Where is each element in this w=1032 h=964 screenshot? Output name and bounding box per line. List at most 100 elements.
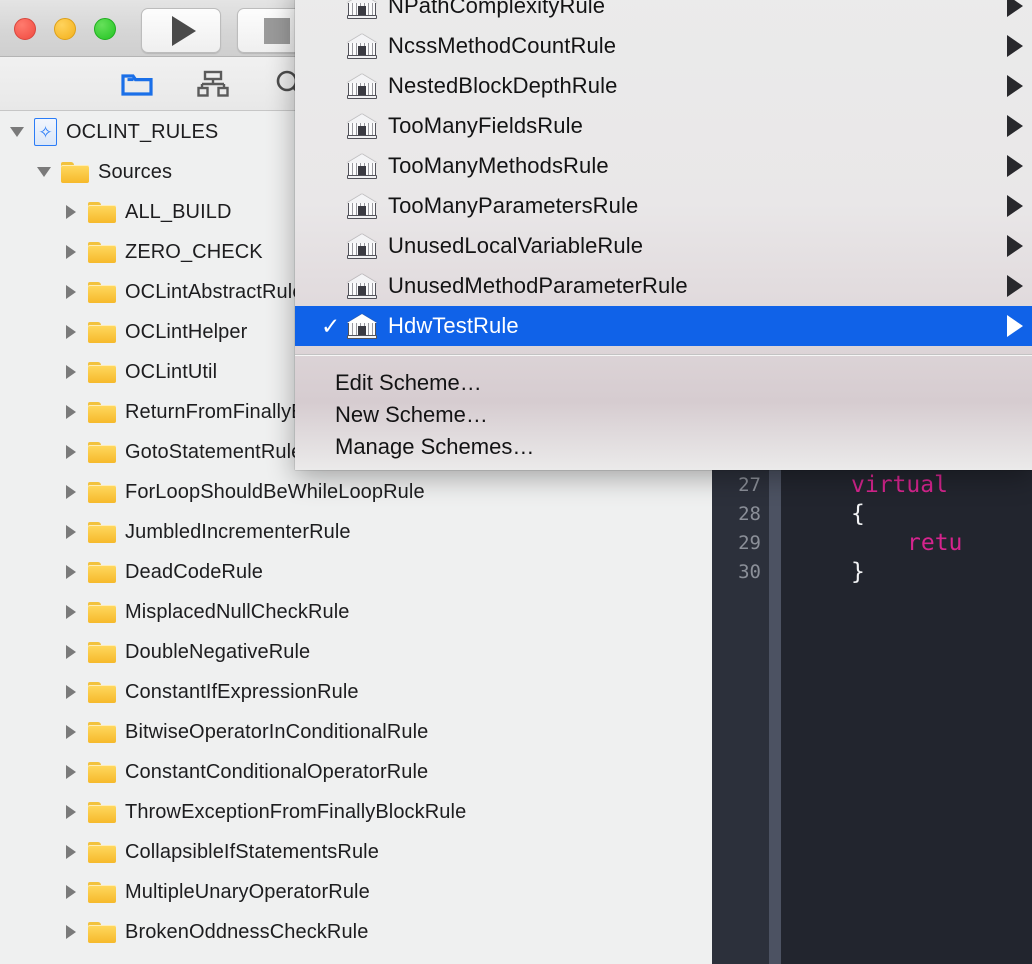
scheme-menu-action[interactable]: Manage Schemes… [295, 431, 1032, 463]
close-button[interactable] [14, 18, 36, 40]
line-number: 30 [738, 561, 761, 583]
tree-row[interactable]: DoubleNegativeRule [0, 632, 710, 672]
disclosure-triangle-closed-icon[interactable] [62, 912, 80, 952]
disclosure-triangle-closed-icon[interactable] [62, 272, 80, 312]
scheme-menu-item[interactable]: UnusedMethodParameterRule [295, 266, 1032, 306]
tree-row[interactable]: ConstantIfExpressionRule [0, 672, 710, 712]
submenu-arrow-icon[interactable] [1007, 0, 1023, 17]
disclosure-triangle-closed-icon[interactable] [62, 712, 80, 752]
project-navigator-icon[interactable] [120, 67, 154, 101]
tree-row-label: OCLintAbstractRule [125, 280, 304, 303]
framework-target-icon [347, 0, 377, 20]
source-control-navigator-icon[interactable] [196, 67, 230, 101]
disclosure-triangle-closed-icon[interactable] [62, 232, 80, 272]
stop-icon [264, 17, 290, 44]
tree-row[interactable]: JumbledIncrementerRule [0, 512, 710, 552]
submenu-arrow-icon[interactable] [1007, 75, 1023, 97]
tree-row[interactable]: BrokenOddnessCheckRule [0, 912, 710, 952]
disclosure-triangle-closed-icon[interactable] [62, 392, 80, 432]
submenu-arrow-icon[interactable] [1007, 35, 1023, 57]
disclosure-triangle-closed-icon[interactable] [62, 552, 80, 592]
play-icon [172, 15, 196, 46]
scheme-menu-item[interactable]: NcssMethodCountRule [295, 26, 1032, 66]
line-number: 28 [738, 503, 761, 525]
folder-icon [88, 241, 116, 263]
tree-row[interactable]: CollapsibleIfStatementsRule [0, 832, 710, 872]
code-token: retu [907, 530, 963, 556]
submenu-arrow-icon[interactable] [1007, 315, 1023, 337]
scheme-dropdown-menu[interactable]: NPathComplexityRule NcssMethodCountRule Ne… [295, 0, 1032, 470]
tree-row-label: ConstantConditionalOperatorRule [125, 760, 429, 783]
scheme-menu-item[interactable]: NPathComplexityRule [295, 0, 1032, 26]
disclosure-triangle-closed-icon[interactable] [62, 832, 80, 872]
tree-row[interactable]: ThrowExceptionFromFinallyBlockRule [0, 792, 710, 832]
disclosure-triangle-closed-icon[interactable] [62, 632, 80, 672]
folder-icon [88, 801, 116, 823]
disclosure-triangle-closed-icon[interactable] [62, 592, 80, 632]
disclosure-triangle-closed-icon[interactable] [62, 872, 80, 912]
tree-row[interactable]: ForLoopShouldBeWhileLoopRule [0, 472, 710, 512]
code-line[interactable]: retu [907, 529, 962, 558]
folder-icon [88, 321, 116, 343]
submenu-arrow-icon[interactable] [1007, 195, 1023, 217]
disclosure-triangle-closed-icon[interactable] [62, 472, 80, 512]
scheme-menu-item[interactable]: TooManyFieldsRule [295, 106, 1032, 146]
tree-row-label: JumbledIncrementerRule [125, 520, 351, 543]
tree-row-label: ForLoopShouldBeWhileLoopRule [125, 480, 425, 503]
tree-row[interactable]: ConstantConditionalOperatorRule [0, 752, 710, 792]
tree-row-label: BitwiseOperatorInConditionalRule [125, 720, 429, 743]
scheme-menu-item-label: TooManyMethodsRule [388, 153, 609, 178]
scheme-menu-item[interactable]: TooManyParametersRule [295, 186, 1032, 226]
tree-row-label: OCLintHelper [125, 320, 248, 343]
scheme-menu-item[interactable]: TooManyMethodsRule [295, 146, 1032, 186]
disclosure-triangle-closed-icon[interactable] [62, 352, 80, 392]
framework-target-icon [347, 73, 377, 100]
scheme-menu-item[interactable]: ✓ HdwTestRule [295, 306, 1032, 346]
submenu-arrow-icon[interactable] [1007, 155, 1023, 177]
tree-row-label: GotoStatementRule [125, 440, 303, 463]
folder-icon [88, 721, 116, 743]
folder-icon [88, 761, 116, 783]
tree-row-label: ZERO_CHECK [125, 240, 263, 263]
tree-row-label: ConstantIfExpressionRule [125, 680, 359, 703]
run-button[interactable] [141, 8, 221, 53]
folder-icon [88, 601, 116, 623]
framework-target-icon [347, 313, 377, 340]
folder-icon [88, 201, 116, 223]
disclosure-triangle-closed-icon[interactable] [62, 512, 80, 552]
folder-icon [88, 921, 116, 943]
code-token: } [851, 559, 865, 585]
scheme-menu-item-label: HdwTestRule [388, 313, 519, 338]
submenu-arrow-icon[interactable] [1007, 235, 1023, 257]
submenu-arrow-icon[interactable] [1007, 115, 1023, 137]
scheme-menu-action[interactable]: Edit Scheme… [295, 367, 1032, 399]
tree-row-label: CollapsibleIfStatementsRule [125, 840, 379, 863]
disclosure-triangle-closed-icon[interactable] [62, 792, 80, 832]
tree-row[interactable]: DeadCodeRule [0, 552, 710, 592]
submenu-arrow-icon[interactable] [1007, 275, 1023, 297]
disclosure-triangle-closed-icon[interactable] [62, 192, 80, 232]
disclosure-triangle-closed-icon[interactable] [62, 312, 80, 352]
scheme-menu-action[interactable]: New Scheme… [295, 399, 1032, 431]
disclosure-triangle-closed-icon[interactable] [62, 432, 80, 472]
disclosure-triangle-open-icon[interactable] [8, 112, 26, 152]
code-line[interactable]: } [851, 558, 865, 587]
folder-icon [88, 441, 116, 463]
minimize-button[interactable] [54, 18, 76, 40]
zoom-button[interactable] [94, 18, 116, 40]
scheme-menu-item[interactable]: UnusedLocalVariableRule [295, 226, 1032, 266]
framework-target-icon [347, 193, 377, 220]
tree-row-label: OCLintUtil [125, 360, 218, 383]
scheme-menu-item[interactable]: NestedBlockDepthRule [295, 66, 1032, 106]
code-token: { [851, 501, 865, 527]
scheme-menu-item-label: TooManyFieldsRule [388, 113, 583, 138]
disclosure-triangle-open-icon[interactable] [35, 152, 53, 192]
tree-row[interactable]: MultipleUnaryOperatorRule [0, 872, 710, 912]
tree-row[interactable]: BitwiseOperatorInConditionalRule [0, 712, 710, 752]
code-line[interactable]: virtual [851, 471, 948, 500]
code-line[interactable]: { [851, 500, 865, 529]
disclosure-triangle-closed-icon[interactable] [62, 672, 80, 712]
tree-row[interactable]: MisplacedNullCheckRule [0, 592, 710, 632]
disclosure-triangle-closed-icon[interactable] [62, 752, 80, 792]
tree-row-label: OCLINT_RULES [66, 120, 219, 143]
